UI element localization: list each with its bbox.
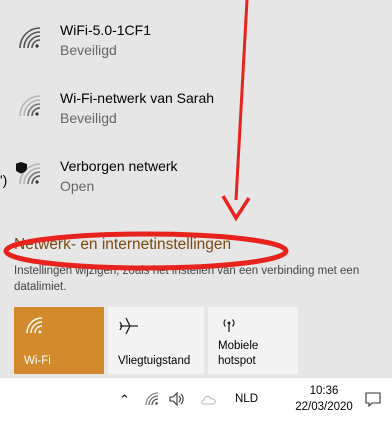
network-tray-icon[interactable] bbox=[144, 391, 160, 407]
clock-date: 22/03/2020 bbox=[295, 401, 353, 413]
wifi-icon bbox=[26, 317, 43, 334]
onedrive-cloud-icon[interactable] bbox=[200, 392, 218, 406]
network-item-wifi-5-0-1cf1[interactable]: WiFi-5.0-1CF1 Beveiligd bbox=[16, 22, 346, 74]
network-panel: WiFi-5.0-1CF1 Beveiligd Wi-Fi-netwerk va… bbox=[0, 0, 392, 378]
tile-label: Wi-Fi bbox=[24, 355, 51, 367]
wifi-signal-icon bbox=[19, 95, 41, 117]
wifi-signal-icon bbox=[19, 27, 41, 49]
network-name: Verborgen netwerk bbox=[60, 158, 178, 174]
volume-icon[interactable] bbox=[168, 391, 186, 407]
network-status: Beveiligd bbox=[60, 42, 117, 58]
left-edge-text-fragment: ') bbox=[0, 172, 8, 188]
mobile-hotspot-tile[interactable]: Mobiele hotspot bbox=[208, 307, 298, 374]
clock[interactable]: 10:36 22/03/2020 bbox=[294, 383, 354, 415]
network-name: Wi-Fi-netwerk van Sarah bbox=[60, 90, 215, 106]
network-flyout: WiFi-5.0-1CF1 Beveiligd Wi-Fi-netwerk va… bbox=[0, 0, 392, 423]
network-status: Beveiligd bbox=[60, 110, 117, 126]
language-indicator[interactable]: NLD bbox=[235, 393, 258, 405]
clock-time: 10:36 bbox=[309, 385, 339, 397]
show-hidden-icons-chevron-icon[interactable]: ⌃ bbox=[119, 392, 130, 408]
network-name: WiFi-5.0-1CF1 bbox=[60, 22, 152, 38]
network-settings-description: Instellingen wijzigen, zoals het instell… bbox=[14, 265, 360, 293]
taskbar: ⌃ NLD 10:36 22/03/2020 bbox=[96, 378, 392, 423]
airplane-icon bbox=[119, 317, 138, 335]
tile-label: Mobiele hotspot bbox=[218, 340, 259, 367]
network-item-verborgen-netwerk[interactable]: Verborgen netwerk Open bbox=[16, 158, 346, 210]
network-item-wifi-netwerk-van-sarah[interactable]: Wi-Fi-netwerk van Sarah Beveiligd bbox=[16, 90, 346, 142]
action-center-icon[interactable] bbox=[364, 390, 382, 408]
wifi-toggle-tile[interactable]: Wi-Fi bbox=[14, 307, 104, 374]
hotspot-icon bbox=[223, 319, 235, 332]
network-status: Open bbox=[60, 178, 95, 194]
airplane-mode-tile[interactable]: Vliegtuigstand bbox=[108, 307, 204, 374]
tile-label: Vliegtuigstand bbox=[118, 355, 191, 367]
network-settings-link[interactable]: Netwerk- en internetinstellingen bbox=[14, 236, 231, 254]
wifi-shield-icon bbox=[16, 162, 41, 185]
